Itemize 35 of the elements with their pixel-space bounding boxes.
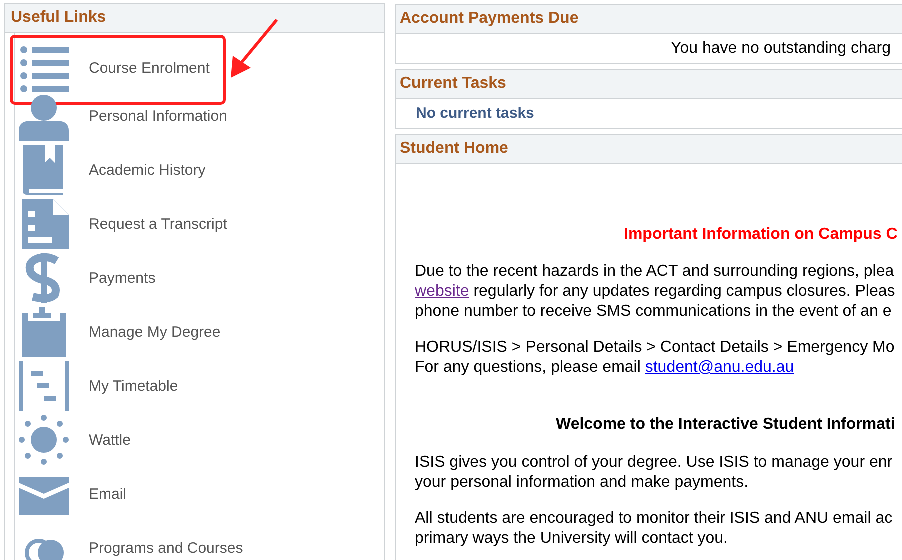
link-item[interactable]: Academic History — [89, 162, 206, 178]
list-icon[interactable] — [19, 45, 69, 95]
text-line: Due to the recent hazards in the ACT and surrounding regions, plea — [415, 262, 894, 282]
document-icon[interactable] — [19, 199, 69, 249]
link-item[interactable]: Wattle — [89, 432, 131, 448]
text-link[interactable]: student@anu.edu.au — [645, 359, 794, 376]
link-item[interactable]: Course Enrolment — [89, 60, 210, 77]
link-item[interactable]: Payments — [89, 270, 156, 286]
panel-title: Current Tasks — [396, 70, 902, 99]
link-item[interactable]: Personal Information — [89, 108, 228, 124]
timetable-icon[interactable] — [19, 361, 69, 411]
text-line: your personal information and make payments. — [415, 473, 749, 493]
text-line: primary ways the University will contact you. — [415, 529, 728, 549]
text-line: HORUS/ISIS > Personal Details > Contact Details > Emergency Mo — [415, 338, 895, 358]
welcome-heading: Welcome to the Interactive Student Informati — [556, 415, 896, 435]
link-item[interactable]: Request a Transcript — [89, 216, 228, 232]
notice-text: You have no outstanding charg — [670, 38, 892, 58]
alert-heading: Important Information on Campus C — [624, 225, 898, 245]
text-line: phone number to receive SMS communications in the event of an e — [415, 302, 892, 322]
panel-title: Student Home — [396, 135, 902, 164]
link-item[interactable]: Programs and Courses — [89, 540, 244, 556]
text-line: regularly for any updates regarding campus closures. Pleas — [472, 283, 896, 300]
panel-title: Useful Links — [5, 4, 384, 33]
sun-icon[interactable] — [19, 415, 69, 465]
text-line: ISIS gives you control of your degree. Use ISIS to manage your enr — [415, 453, 893, 473]
panel-title: Account Payments Due — [396, 5, 902, 34]
link-item[interactable]: My Timetable — [89, 378, 178, 394]
link-item[interactable]: Manage My Degree — [89, 324, 221, 340]
text-line: For any questions, please email — [415, 359, 642, 376]
annotation-arrow — [231, 19, 278, 78]
text-line: All students are encouraged to monitor their ISIS and ANU email ac — [415, 509, 893, 529]
empty-message: No current tasks — [415, 104, 536, 124]
link-item[interactable]: Email — [89, 486, 127, 502]
text-link[interactable]: website — [415, 283, 470, 300]
tray-icon[interactable] — [19, 307, 69, 357]
